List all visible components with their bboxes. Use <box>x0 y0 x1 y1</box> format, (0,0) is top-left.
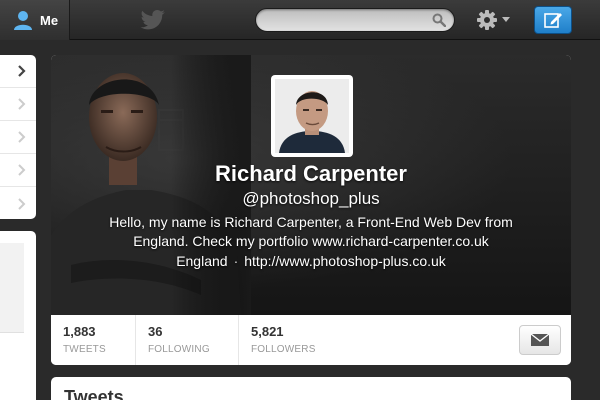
twitter-bird-icon[interactable] <box>140 8 166 32</box>
stat-following-value: 36 <box>148 324 163 339</box>
me-button[interactable]: Me <box>0 0 70 40</box>
profile-location: England <box>176 253 228 269</box>
me-label: Me <box>40 12 59 28</box>
stat-tweets[interactable]: 1,883 TWEETS <box>51 315 136 365</box>
stat-following[interactable]: 36 FOLLOWING <box>136 315 239 365</box>
sidebar-item[interactable] <box>0 88 36 121</box>
stat-tweets-label: TWEETS <box>63 344 106 355</box>
top-navigation-bar: Me <box>0 0 600 40</box>
compose-tweet-button[interactable] <box>534 6 572 34</box>
sidebar-panel-content <box>0 243 24 333</box>
profile-website-link[interactable]: http://www.photoshop-plus.co.uk <box>244 253 446 269</box>
sidebar-menu <box>0 55 36 219</box>
tweets-panel: Tweets <box>51 377 571 400</box>
profile-name: Richard Carpenter <box>215 161 407 186</box>
sidebar-item[interactable] <box>0 187 36 220</box>
sidebar-item[interactable] <box>0 121 36 154</box>
stat-tweets-value: 1,883 <box>63 324 96 339</box>
chevron-right-icon <box>18 164 26 176</box>
profile-handle: @photoshop_plus <box>242 189 380 208</box>
tweets-heading: Tweets <box>64 387 124 400</box>
stat-following-label: FOLLOWING <box>148 344 210 355</box>
gear-icon <box>477 10 497 30</box>
sidebar-panel <box>0 231 36 400</box>
chevron-right-icon <box>18 197 26 210</box>
user-icon <box>14 11 32 30</box>
sidebar-item[interactable] <box>0 55 36 88</box>
avatar[interactable] <box>271 75 353 157</box>
direct-message-button[interactable] <box>519 325 561 355</box>
compose-icon <box>544 13 562 28</box>
stat-followers[interactable]: 5,821 FOLLOWERS <box>239 315 349 365</box>
avatar-photo <box>275 79 349 153</box>
chevron-right-icon <box>18 65 26 77</box>
chevron-right-icon <box>18 98 26 110</box>
envelope-icon <box>530 333 550 346</box>
stat-followers-value: 5,821 <box>251 324 284 339</box>
profile-bio: Hello, my name is Richard Carpenter, a F… <box>109 214 513 249</box>
chevron-down-icon <box>502 17 510 22</box>
meta-separator: · <box>233 253 239 269</box>
chevron-right-icon <box>18 131 26 143</box>
profile-card: Richard Carpenter @photoshop_plus Hello,… <box>51 55 571 365</box>
stat-followers-label: FOLLOWERS <box>251 344 316 355</box>
settings-button[interactable] <box>470 6 516 34</box>
sidebar-item[interactable] <box>0 154 36 187</box>
profile-meta: England · http://www.photoshop-plus.co.uk <box>51 253 571 269</box>
search-input[interactable] <box>255 8 455 32</box>
profile-stats: 1,883 TWEETS 36 FOLLOWING 5,821 FOLLOWER… <box>51 315 571 365</box>
search-icon[interactable] <box>432 13 446 27</box>
